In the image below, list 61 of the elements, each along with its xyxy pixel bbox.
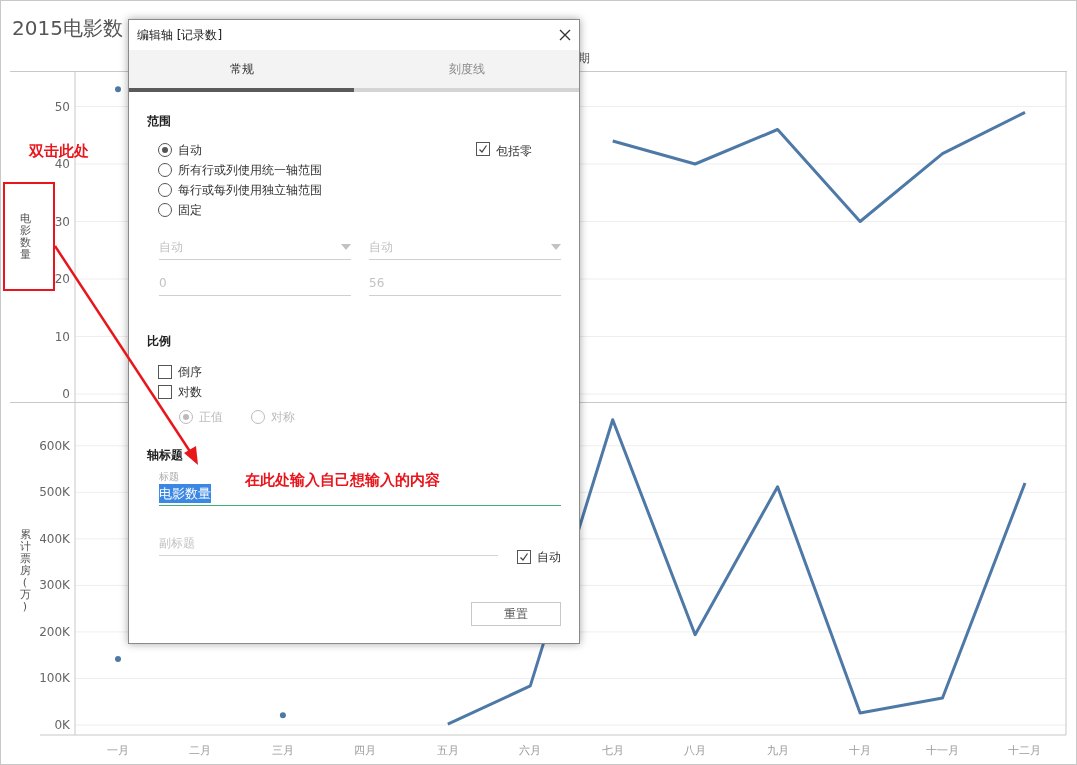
x-tick-label: 六月 [519, 744, 542, 757]
annotation-text: 双击此处 [29, 141, 89, 160]
radio-button[interactable] [158, 202, 172, 217]
y-tick-label: 10 [54, 329, 70, 344]
y-tick-label: 400K [40, 531, 70, 546]
y-tick-label: 300K [40, 578, 70, 593]
y-tick-label: 600K [40, 438, 70, 453]
data-point [279, 712, 286, 719]
x-tick-label: 一月 [107, 744, 129, 757]
checkbox[interactable] [476, 142, 490, 156]
data-point [115, 86, 121, 93]
radio-button[interactable] [158, 162, 172, 177]
y-tick-label: 100K [40, 671, 70, 686]
x-tick-label: 十月 [849, 744, 872, 757]
x-tick-label: 九月 [766, 744, 789, 757]
field-label: 标题 [159, 470, 179, 484]
x-tick-label: 二月 [189, 744, 212, 757]
caret-icon [341, 244, 351, 250]
checkbox-label: 自动 [537, 549, 561, 566]
axis-title[interactable]: 累计票房(万) [18, 528, 32, 614]
section-heading: 比例 [147, 333, 172, 350]
checkbox[interactable] [517, 550, 531, 564]
x-tick-label: 五月 [436, 744, 459, 757]
y-tick-label: 20 [54, 272, 70, 286]
column-header: 期 [578, 50, 590, 67]
radio-label: 固定 [178, 201, 202, 219]
radio-button[interactable] [158, 142, 172, 157]
tab[interactable]: 常规 [129, 50, 354, 92]
radio-label: 正值 [199, 408, 223, 426]
tab[interactable]: 刻度线 [354, 50, 579, 92]
section-heading: 轴标题 [147, 447, 184, 464]
y-tick-label: 200K [40, 624, 70, 639]
dialog-title: 编辑轴 [记录数] [137, 27, 223, 44]
radio-label: 对称 [271, 408, 295, 426]
x-tick-label: 七月 [601, 744, 624, 757]
y-tick-label: 50 [54, 99, 70, 114]
axis-title[interactable]: 电影数量 [18, 212, 32, 262]
close-icon[interactable] [559, 29, 571, 41]
data-point [115, 655, 121, 662]
chart-title: 2015电影数 [12, 15, 123, 42]
x-tick-label: 十二月 [1008, 744, 1042, 757]
y-tick-label: 40 [54, 157, 70, 171]
checkbox-label: 包括零 [496, 143, 532, 160]
y-tick-label: 0 [62, 387, 70, 401]
caret-icon [551, 244, 561, 250]
radio-button[interactable] [158, 182, 172, 197]
radio-label: 自动 [178, 141, 202, 159]
x-tick-label: 八月 [684, 744, 707, 757]
checkbox[interactable] [158, 364, 172, 379]
x-tick-label: 十一月 [926, 744, 959, 757]
section-heading: 范围 [147, 113, 172, 130]
y-tick-label: 0K [54, 718, 70, 732]
y-tick-label: 30 [54, 214, 70, 229]
radio-label: 所有行或列使用统一轴范围 [178, 161, 322, 179]
checkbox[interactable] [158, 384, 172, 399]
checkbox-label: 对数 [178, 383, 202, 401]
x-tick-label: 四月 [354, 744, 377, 757]
radio-label: 每行或每列使用独立轴范围 [178, 181, 322, 199]
y-tick-label: 500K [40, 485, 70, 500]
checkbox-label: 倒序 [178, 363, 202, 381]
reset-button[interactable]: 重置 [471, 602, 561, 626]
